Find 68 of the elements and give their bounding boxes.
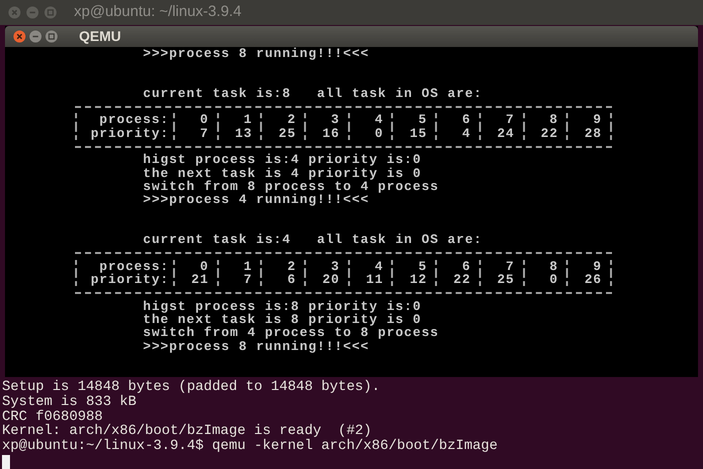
table-cell: 15 <box>410 126 428 140</box>
table-cell: 16 <box>322 126 340 140</box>
table-cell: 8 <box>549 113 558 127</box>
console-line: switch from 4 process to 8 process <box>143 325 439 340</box>
table-cell: 25 <box>497 273 514 286</box>
console-line: the next task is 4 priority is 0 <box>143 166 422 181</box>
qemu-title: QEMU <box>79 27 121 46</box>
table-row-label: process: <box>99 260 169 274</box>
table-cell: 5 <box>418 260 428 274</box>
maximize-icon[interactable] <box>45 30 58 43</box>
terminal-line: CRC f0680988 <box>2 408 103 425</box>
table-cell: 7 <box>506 260 514 274</box>
table-cell: 4 <box>374 113 384 127</box>
table-cell: 21 <box>191 273 209 286</box>
table-cell: 3 <box>331 260 340 274</box>
table-cell: 4 <box>374 260 384 274</box>
table-cell: 6 <box>462 113 471 127</box>
terminal-line: System is 833 kB <box>2 394 136 410</box>
table-cell: 26 <box>584 273 602 286</box>
console-line: >>>process 4 running!!!<<< <box>143 192 370 208</box>
table-cell: 7 <box>244 273 252 286</box>
table-cell: 1 <box>244 260 252 274</box>
table-cell: 0 <box>374 126 384 140</box>
minimize-icon[interactable] <box>29 30 42 43</box>
console-heading: current task is:8 all task in OS are: <box>143 86 482 101</box>
table-cell: 2 <box>287 260 296 274</box>
window-title: xp@ubuntu: ~/linux-3.9.4 <box>74 2 242 22</box>
console-line: higst process is:8 priority is:0 <box>143 298 422 314</box>
table-cell: 3 <box>331 113 340 127</box>
maximize-icon[interactable] <box>44 6 57 19</box>
table-cell: 7 <box>506 113 514 127</box>
table-cell: 11 <box>366 273 384 286</box>
terminal-cursor <box>2 454 10 469</box>
minimize-icon[interactable] <box>26 6 39 19</box>
console-line: >>>process 8 running!!!<<< <box>143 338 370 354</box>
table-cell: 2 <box>287 113 296 127</box>
table-cell: 1 <box>244 113 252 127</box>
table-cell: 22 <box>453 273 471 286</box>
console-line: the next task is 8 priority is 0 <box>143 312 422 327</box>
close-icon[interactable] <box>13 30 26 43</box>
table-cell: 22 <box>540 126 558 140</box>
table-cell: 8 <box>549 260 558 274</box>
table-cell: 9 <box>593 113 602 127</box>
terminal-line: Setup is 14848 bytes (padded to 14848 bytes). <box>2 379 380 395</box>
table-cell: 9 <box>593 260 602 274</box>
table-row-label: process: <box>99 113 169 127</box>
terminal-line: Kernel: arch/x86/boot/bzImage is ready (#2) <box>2 423 372 440</box>
console-line: >>>process 8 running!!!<<< <box>143 46 370 61</box>
table-row-label: priority: <box>90 273 169 286</box>
table-cell: 0 <box>200 260 209 274</box>
table-cell: 20 <box>322 273 340 286</box>
table-cell: 6 <box>287 273 296 286</box>
table-cell: 0 <box>549 273 558 286</box>
table-cell: 6 <box>462 260 471 274</box>
table-cell: 28 <box>584 126 602 140</box>
table-cell: 25 <box>278 126 296 140</box>
console-heading: current task is:4 all task in OS are: <box>143 232 482 248</box>
terminal-line: xp@ubuntu:~/linux-3.9.4$ qemu -kernel arch/x86/boot/bzImage <box>2 438 498 454</box>
table-cell: 24 <box>497 126 514 140</box>
table-row-label: priority: <box>90 126 169 140</box>
table-cell: 4 <box>462 126 471 140</box>
table-cell: 7 <box>200 126 209 140</box>
console-line: higst process is:4 priority is:0 <box>143 152 422 168</box>
table-cell: 13 <box>234 126 252 140</box>
console-line: switch from 8 process to 4 process <box>143 178 439 194</box>
table-cell: 5 <box>418 113 428 127</box>
table-cell: 12 <box>410 273 428 286</box>
table-cell: 0 <box>200 113 209 127</box>
